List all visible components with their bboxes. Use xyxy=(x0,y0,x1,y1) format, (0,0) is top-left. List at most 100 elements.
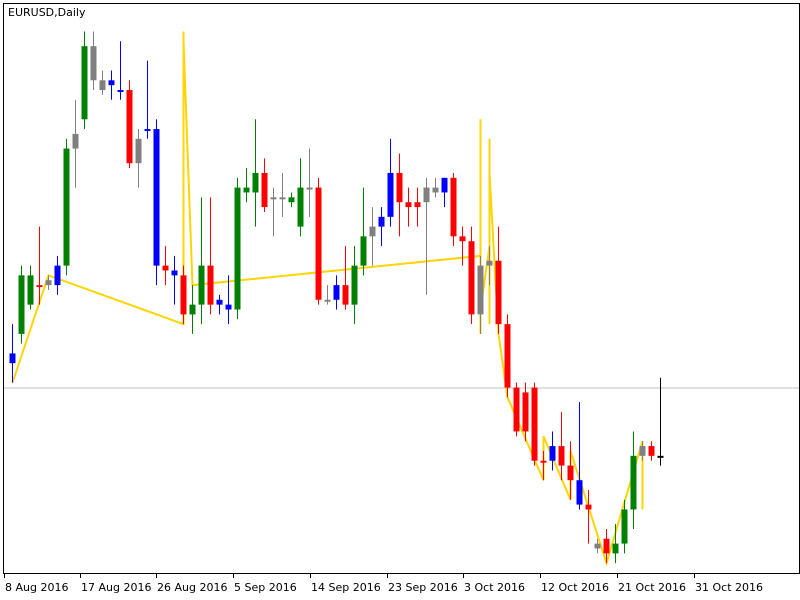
candle-body xyxy=(468,241,475,315)
candle-body xyxy=(108,80,115,86)
candle-body xyxy=(207,265,214,305)
candle-body xyxy=(351,265,358,305)
candle xyxy=(18,265,25,344)
candle-body xyxy=(243,187,250,193)
candle-body xyxy=(306,187,313,190)
candle-body xyxy=(117,90,124,93)
candle-body xyxy=(72,133,79,149)
x-axis: 8 Aug 2016 17 Aug 2016 26 Aug 2016 5 Sep 20… xyxy=(4,574,763,594)
candle-body xyxy=(252,172,259,193)
x-tick-label: 17 Aug 2016 xyxy=(81,581,151,594)
candle-body xyxy=(63,148,70,266)
candle-body xyxy=(405,202,412,208)
candle-body xyxy=(99,80,106,91)
candle-body xyxy=(342,285,349,305)
candle xyxy=(234,177,241,320)
candle-body xyxy=(36,285,43,288)
candle-body xyxy=(549,446,556,461)
candle-body xyxy=(486,260,493,266)
candle-body xyxy=(189,304,196,315)
candle-body xyxy=(360,236,367,266)
candle-body xyxy=(657,455,664,458)
candle xyxy=(63,138,70,276)
candle-body xyxy=(531,387,538,461)
candle-body xyxy=(369,226,376,237)
candle-body xyxy=(144,129,151,132)
candle-body xyxy=(477,265,484,315)
candle-body xyxy=(288,197,295,203)
candle-body xyxy=(180,275,187,315)
x-tick-label: 3 Oct 2016 xyxy=(464,581,525,594)
candle-body xyxy=(171,270,178,276)
candle-body xyxy=(432,187,439,193)
candle-body xyxy=(234,187,241,310)
candle-body xyxy=(297,187,304,227)
candle-body xyxy=(378,216,385,227)
candle-body xyxy=(198,265,205,305)
candle-body xyxy=(387,172,394,217)
candle-body xyxy=(450,177,457,237)
x-tick-label: 5 Sep 2016 xyxy=(234,581,297,594)
candle-body xyxy=(612,543,619,554)
candle-body xyxy=(270,197,277,200)
candle-body xyxy=(18,275,25,334)
x-tick-label: 31 Oct 2016 xyxy=(695,581,763,594)
candle-body xyxy=(162,265,169,271)
x-tick-label: 8 Aug 2016 xyxy=(5,581,68,594)
candle-body xyxy=(333,285,340,300)
candle-body xyxy=(459,236,466,242)
candle-body xyxy=(603,538,610,554)
candle-body xyxy=(423,187,430,203)
candle-body xyxy=(27,275,34,305)
x-tick-label: 14 Sep 2016 xyxy=(311,581,381,594)
candle-body xyxy=(639,446,646,456)
candle-body xyxy=(648,446,655,456)
candle xyxy=(468,226,475,325)
candle-body xyxy=(45,280,52,286)
candle-body xyxy=(225,304,232,310)
candle-body xyxy=(54,265,61,286)
candle-body xyxy=(90,46,97,81)
x-tick-label: 12 Oct 2016 xyxy=(541,581,609,594)
candle xyxy=(126,80,133,169)
chart-window: EURUSD,Daily 8 Aug 2016 17 Aug 2016 26 Aug… xyxy=(0,0,800,600)
candle xyxy=(315,177,322,305)
candle-body xyxy=(621,509,628,544)
candle-body xyxy=(576,480,583,505)
candle xyxy=(450,172,457,247)
candle-body xyxy=(9,353,16,364)
x-tick-label: 23 Sep 2016 xyxy=(388,581,458,594)
candle-body xyxy=(630,455,637,510)
candle-body xyxy=(261,172,268,208)
candle xyxy=(504,314,511,398)
candle-body xyxy=(513,387,520,432)
x-tick-label: 26 Aug 2016 xyxy=(157,581,227,594)
candle-body xyxy=(594,543,601,549)
candle xyxy=(81,31,88,130)
candle-body xyxy=(522,392,529,432)
candle-body xyxy=(153,129,160,266)
candle-body xyxy=(396,172,403,203)
x-tick-label: 21 Oct 2016 xyxy=(618,581,686,594)
candle xyxy=(513,382,520,437)
candle-body xyxy=(81,46,88,120)
candle-body xyxy=(324,299,331,302)
candle-body xyxy=(279,197,286,200)
candle-body xyxy=(495,260,502,325)
candle-body xyxy=(216,299,223,305)
candle-body xyxy=(126,90,133,164)
chart-title: EURUSD,Daily xyxy=(8,6,86,19)
candle-body xyxy=(567,465,574,481)
candle-body xyxy=(315,187,322,300)
candle-body xyxy=(504,324,511,388)
candle xyxy=(153,119,160,286)
plot-frame xyxy=(3,3,800,574)
price-chart[interactable]: EURUSD,Daily 8 Aug 2016 17 Aug 2016 26 Aug… xyxy=(0,0,800,600)
candle-body xyxy=(135,138,142,164)
candle-body xyxy=(585,504,592,510)
candle-body xyxy=(441,177,448,193)
candle-body xyxy=(558,446,565,466)
candle-body xyxy=(414,202,421,208)
candle-body xyxy=(540,460,547,463)
candle xyxy=(531,382,538,466)
